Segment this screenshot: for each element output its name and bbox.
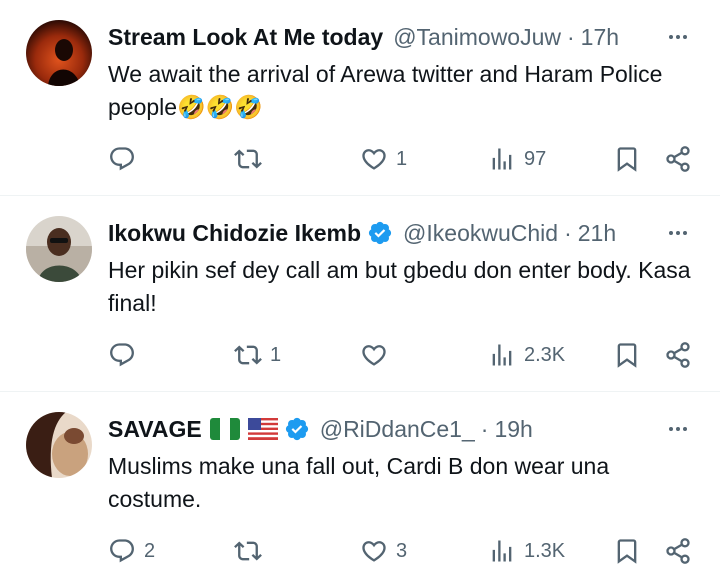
- timestamp[interactable]: 21h: [578, 220, 616, 247]
- more-icon[interactable]: [664, 22, 692, 52]
- reply-count: 2: [144, 539, 156, 562]
- username-handle[interactable]: @IkeokwuChid: [403, 220, 558, 247]
- like-button[interactable]: [360, 338, 388, 372]
- view-count: 2.3K: [524, 343, 566, 366]
- share-button[interactable]: [664, 338, 692, 372]
- reply-button[interactable]: 2: [108, 534, 155, 568]
- like-count: 3: [396, 539, 408, 562]
- share-icon: [664, 145, 692, 173]
- like-icon: [360, 341, 388, 369]
- reply-button[interactable]: [108, 142, 136, 176]
- timestamp[interactable]: 19h: [494, 416, 532, 443]
- tweet-text: Her pikin sef dey call am but gbedu don …: [108, 257, 691, 316]
- bookmark-icon: [613, 341, 641, 369]
- action-bar: 1 2.3K: [108, 338, 698, 372]
- retweet-icon: [234, 145, 262, 173]
- bookmark-button[interactable]: [613, 338, 641, 372]
- views-button[interactable]: 1.3K: [488, 534, 565, 568]
- views-icon: [488, 341, 516, 369]
- share-button[interactable]: [664, 142, 692, 176]
- share-button[interactable]: [664, 534, 692, 568]
- timestamp[interactable]: 17h: [581, 24, 619, 51]
- like-button[interactable]: 1: [360, 142, 407, 176]
- nigeria-flag-icon: [209, 418, 240, 440]
- more-icon[interactable]: [664, 414, 692, 444]
- tweet-header: Ikokwu Chidozie Ikemb @IkeokwuChid · 21h: [108, 218, 690, 248]
- tweet-header: Stream Look At Me today @TanimowoJuw · 1…: [108, 22, 690, 52]
- retweet-icon: [234, 537, 262, 565]
- verified-badge-icon: [367, 220, 393, 246]
- tweet-text: We await the arrival of Arewa twitter an…: [108, 61, 663, 120]
- display-name[interactable]: Stream Look At Me today: [108, 24, 383, 51]
- action-bar: 1 97: [108, 142, 698, 176]
- us-flag-icon: [247, 418, 278, 440]
- reply-icon: [108, 145, 136, 173]
- view-count: 1.3K: [524, 539, 566, 562]
- view-count: 97: [524, 147, 547, 170]
- retweet-button[interactable]: [234, 534, 262, 568]
- like-button[interactable]: 3: [360, 534, 407, 568]
- more-icon[interactable]: [664, 218, 692, 248]
- reply-button[interactable]: [108, 338, 136, 372]
- views-button[interactable]: 97: [488, 142, 546, 176]
- bookmark-icon: [613, 145, 641, 173]
- tweet[interactable]: Stream Look At Me today @TanimowoJuw · 1…: [0, 0, 720, 196]
- tweet[interactable]: Ikokwu Chidozie Ikemb @IkeokwuChid · 21h…: [0, 196, 720, 391]
- username-handle[interactable]: @TanimowoJuw: [393, 24, 561, 51]
- tweet-text: Muslims make una fall out, Cardi B don w…: [108, 453, 610, 512]
- like-icon: [360, 145, 388, 173]
- avatar[interactable]: [26, 20, 92, 86]
- bookmark-button[interactable]: [613, 142, 641, 176]
- like-count: 1: [396, 147, 408, 170]
- retweet-button[interactable]: 1: [234, 338, 281, 372]
- separator: ·: [480, 415, 489, 442]
- share-icon: [664, 341, 692, 369]
- reply-icon: [108, 537, 136, 565]
- separator: ·: [567, 23, 575, 50]
- views-button[interactable]: 2.3K: [488, 338, 565, 372]
- bookmark-button[interactable]: [613, 534, 641, 568]
- verified-badge-icon: [284, 416, 310, 442]
- display-name[interactable]: SAVAGE: [108, 416, 202, 443]
- separator: ·: [564, 219, 572, 246]
- views-icon: [488, 537, 516, 565]
- share-icon: [664, 537, 692, 565]
- avatar[interactable]: [26, 412, 92, 478]
- display-name[interactable]: Ikokwu Chidozie Ikemb: [108, 220, 361, 247]
- username-handle[interactable]: @RiDdanCe1_: [320, 416, 475, 443]
- retweet-count: 1: [270, 343, 282, 366]
- action-bar: 2 3 1.3K: [108, 534, 698, 568]
- views-icon: [488, 145, 516, 173]
- tweet-header: SAVAGE @RiDdanCe1_ · 19h: [108, 414, 690, 444]
- tweet[interactable]: SAVAGE @RiDdanCe1_ · 19h Muslims make un…: [0, 392, 720, 583]
- reply-icon: [108, 341, 136, 369]
- avatar[interactable]: [26, 216, 92, 282]
- retweet-icon: [234, 341, 262, 369]
- bookmark-icon: [613, 537, 641, 565]
- like-icon: [360, 537, 388, 565]
- retweet-button[interactable]: [234, 142, 262, 176]
